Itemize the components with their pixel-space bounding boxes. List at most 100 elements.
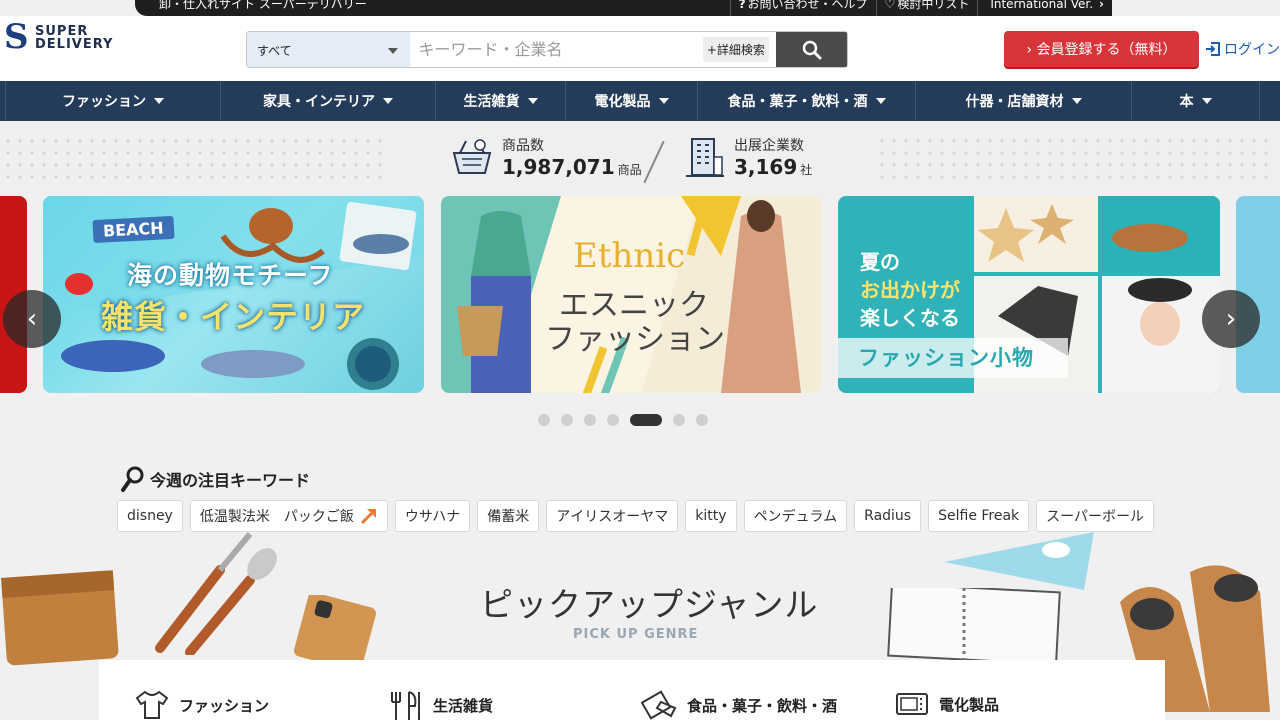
nav-item-label: 本 [1179,94,1194,110]
search-icon [802,40,822,59]
carousel-prev-button[interactable]: ‹ [3,290,61,348]
advanced-search-button[interactable]: +詳細検索 [696,32,777,67]
nav-item-food[interactable]: 食品・菓子・飲料・酒 [698,81,916,121]
pager-dot-active[interactable] [630,414,662,426]
keyword-chip-label: 備蓄米 [487,509,530,525]
nav-item-label: 什器・店舗資材 [965,94,1064,110]
caret-down-icon [383,98,393,104]
trending-up-icon [360,508,376,525]
logo-line2: DELIVERY [35,37,114,52]
search-category-select[interactable]: すべて [247,32,411,67]
banner-summer-accessories[interactable]: 夏の お出かけが 楽しくなる ファッション小物 [838,196,1220,393]
genre-food[interactable]: 食品・菓子・飲料・酒 [641,690,837,720]
advanced-search-label: +詳細検索 [702,37,769,62]
keyword-chip-label: disney [127,508,173,524]
keyword-chip[interactable]: 低温製法米 パックご飯 [189,500,388,532]
stats-band: 商品数 1,987,071 商品 出展企業数 3,169 社 [0,121,1280,195]
genre-label: 生活雑貨 [433,696,494,715]
carousel-pager [538,414,719,426]
nav-item-electronics[interactable]: 電化製品 [566,81,698,121]
cutlery-illustration [155,532,277,655]
carousel-next-button[interactable]: › [1202,290,1260,348]
keyword-chip[interactable]: アイリスオーヤマ [546,500,679,532]
keyword-chip[interactable]: disney [117,500,183,532]
genre-fashion[interactable]: ファッション [135,690,269,720]
keyword-chip[interactable]: ペンデュラム [743,500,848,532]
wishlist-link[interactable]: ♡ 検討中リスト [875,0,978,16]
pager-dot[interactable] [607,414,619,426]
genre-label: 電化製品 [939,695,1000,714]
search-category-value: すべて [257,44,292,58]
nav-right-edge [1260,81,1280,121]
pickup-genre-title: ピックアップジャンル [480,585,819,624]
ruler-illustration [944,532,1094,590]
pickup-genre-subtitle: PICK UP GENRE [573,627,699,642]
keyword-chip[interactable]: ウサハナ [394,500,471,532]
keyword-chip[interactable]: Selfie Freak [928,500,1030,532]
keyword-chip-label: Selfie Freak [938,508,1020,524]
search-button[interactable] [776,32,847,67]
keyword-chip-label: スーパーボール [1046,509,1145,525]
chevron-left-icon: ‹ [26,304,38,334]
nav-item-fashion[interactable]: ファッション [6,81,221,121]
pager-dot[interactable] [696,414,708,426]
keyword-chip[interactable]: kitty [685,500,737,532]
caret-down-icon [875,98,886,104]
search-input[interactable] [410,32,696,67]
wallet-illustration [1,570,119,666]
banner-summer-line4: ファッション小物 [838,338,1068,378]
trending-keywords-title: 今週の注目キーワード [121,466,310,492]
banner-beach-badge: BEACH [92,215,175,244]
product-count-value: 1,987,071 [502,155,615,179]
pager-dot[interactable] [538,414,550,426]
notebook-illustration [887,588,1061,660]
caret-down-icon [527,98,538,104]
login-label: ログイン [1224,42,1280,58]
site-tagline: 卸・仕入れサイト スーパーデリバリー [159,0,367,11]
keyword-chip[interactable]: スーパーボール [1036,500,1155,532]
banner-summer-line2: お出かけが [860,274,960,303]
nav-item-goods[interactable]: 生活雑貨 [436,81,566,121]
login-link[interactable]: ログイン [1205,39,1280,59]
genre-goods[interactable]: 生活雑貨 [387,690,493,720]
keyword-chip-label: Radius [864,508,912,524]
pager-dot[interactable] [561,414,573,426]
pager-dot[interactable] [584,414,596,426]
register-button[interactable]: › 会員登録する（無料） [1004,31,1199,67]
question-icon: ? [738,0,746,11]
login-icon [1206,42,1220,56]
caret-down-icon [658,98,669,104]
building-icon [686,138,724,177]
banner-sea-line1: 海の動物モチーフ [127,261,334,290]
pager-dot[interactable] [673,414,685,426]
nav-item-fixtures[interactable]: 什器・店舗資材 [916,81,1132,121]
banner-sea-animals[interactable]: BEACH 海の動物モチーフ 雑貨・インテリア [43,196,424,393]
dot-pattern-right [876,135,1276,181]
trending-keywords-label: 今週の注目キーワード [150,471,311,490]
keyword-chip-list: disney 低温製法米 パックご飯 ウサハナ 備蓄米 アイリスオーヤマ kit… [117,500,1161,532]
help-link[interactable]: ? お問い合わせ・ヘルプ [729,0,876,16]
register-label: › 会員登録する（無料） [1026,42,1177,58]
company-count-label: 出展企業数 [734,138,804,154]
keyword-chip[interactable]: 備蓄米 [477,500,540,532]
nav-item-books[interactable]: 本 [1132,81,1260,121]
nav-item-label: 生活雑貨 [463,94,520,110]
nav-item-furniture[interactable]: 家具・インテリア [221,81,436,121]
cutlery-icon [391,691,420,720]
product-count: 商品数 1,987,071 商品 [450,135,642,179]
site-logo[interactable]: S SUPER DELIVERY [4,20,114,54]
product-count-unit: 商品 [617,163,642,177]
keyword-chip[interactable]: Radius [854,500,922,532]
nav-item-label: 家具・インテリア [263,94,375,110]
genre-label: ファッション [179,696,270,715]
keyword-chip-label: ペンデュラム [753,509,838,525]
genre-electronics[interactable]: 電化製品 [895,690,999,718]
phone-case-illustration [294,595,376,661]
banner-ethnic-fashion[interactable]: Ethnic エスニック ファッション [441,196,822,393]
keyword-chip-label: ウサハナ [404,509,461,525]
help-link-label: お問い合わせ・ヘルプ [747,0,868,11]
top-strip: 卸・仕入れサイト スーパーデリバリー ? お問い合わせ・ヘルプ ♡ 検討中リスト… [135,0,1112,16]
keyword-chip-label: アイリスオーヤマ [556,509,669,525]
genre-label: 食品・菓子・飲料・酒 [687,696,838,715]
international-link[interactable]: International Ver. › [977,0,1112,16]
